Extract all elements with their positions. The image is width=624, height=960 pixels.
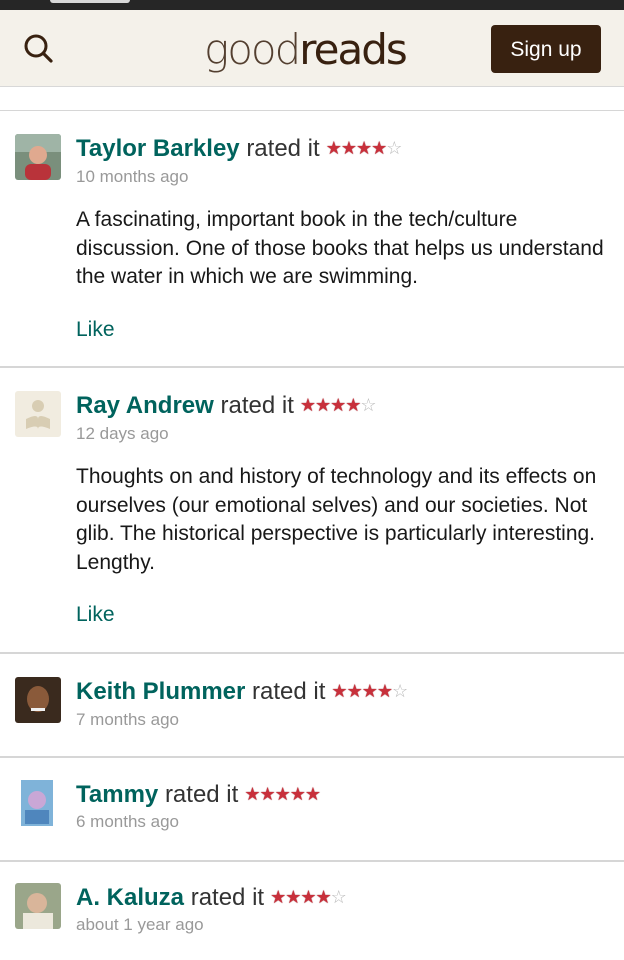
avatar[interactable] <box>15 134 61 180</box>
status-bar-pill <box>50 0 130 3</box>
star-empty-icon: ☆ <box>330 887 347 907</box>
review-item: Ray Andrew rated it ★★★★☆ 12 days ago Tho… <box>0 368 624 654</box>
review-item: Keith Plummer rated it ★★★★☆ 7 months ago <box>0 654 624 758</box>
reviewer-name-link[interactable]: Ray Andrew <box>76 392 214 419</box>
star-filled-icon: ★ <box>346 681 363 701</box>
review-date[interactable]: 7 months ago <box>76 710 179 730</box>
star-filled-icon: ★ <box>371 138 387 158</box>
review-headline: Taylor Barkley rated it ★★★★☆ <box>76 133 403 164</box>
star-rating: ★★★★☆ <box>270 882 347 912</box>
default-user-avatar-icon <box>15 391 61 437</box>
star-filled-icon: ★ <box>315 887 332 907</box>
star-filled-icon: ★ <box>315 395 331 415</box>
avatar[interactable] <box>15 780 61 826</box>
star-filled-icon: ★ <box>299 395 316 415</box>
review-date[interactable]: 6 months ago <box>76 812 179 832</box>
logo-reads: reads <box>299 25 407 74</box>
avatar[interactable] <box>15 391 61 437</box>
star-filled-icon: ★ <box>355 138 372 158</box>
star-rating: ★★★★☆ <box>325 133 403 163</box>
star-filled-icon: ★ <box>285 887 301 907</box>
search-button[interactable] <box>18 28 58 68</box>
rated-it-text: rated it <box>190 884 265 911</box>
star-filled-icon: ★ <box>259 784 275 804</box>
star-filled-icon: ★ <box>340 138 357 158</box>
review-headline: Tammy rated it ★★★★★ <box>76 779 321 810</box>
star-filled-icon: ★ <box>376 681 393 701</box>
star-empty-icon: ☆ <box>360 395 376 415</box>
star-filled-icon: ★ <box>330 395 346 415</box>
rated-it-text: rated it <box>164 781 239 808</box>
like-link[interactable]: Like <box>76 318 115 342</box>
rated-it-text: rated it <box>252 678 326 705</box>
star-filled-icon: ★ <box>361 681 378 701</box>
star-rating: ★★★★★ <box>244 779 321 809</box>
sign-up-button[interactable]: Sign up <box>491 25 601 73</box>
star-filled-icon: ★ <box>270 887 286 907</box>
review-item: Tammy rated it ★★★★★ 6 months ago <box>0 758 624 862</box>
top-navigation-bar: goodreads Sign up <box>0 10 624 87</box>
logo-good: good <box>204 25 301 74</box>
star-filled-icon: ★ <box>300 887 316 907</box>
star-empty-icon: ☆ <box>386 138 402 158</box>
star-filled-icon: ★ <box>244 784 260 804</box>
review-headline: Ray Andrew rated it ★★★★☆ <box>76 390 377 421</box>
star-rating: ★★★★☆ <box>331 676 408 706</box>
review-date[interactable]: 10 months ago <box>76 167 188 187</box>
goodreads-logo[interactable]: goodreads <box>204 20 408 80</box>
reviewer-name-link[interactable]: Keith Plummer <box>76 678 245 705</box>
star-filled-icon: ★ <box>289 784 306 804</box>
star-filled-icon: ★ <box>345 395 361 415</box>
review-headline: A. Kaluza rated it ★★★★☆ <box>76 882 347 913</box>
review-item: Taylor Barkley rated it ★★★★☆ 10 months a… <box>0 111 624 368</box>
reviewer-name-link[interactable]: Tammy <box>76 781 158 808</box>
star-filled-icon: ★ <box>274 784 291 804</box>
review-text: Thoughts on and history of technology an… <box>76 465 597 574</box>
reviewer-name-link[interactable]: Taylor Barkley <box>76 135 240 162</box>
avatar[interactable] <box>15 677 61 723</box>
avatar[interactable] <box>15 883 61 929</box>
review-item: A. Kaluza rated it ★★★★☆ about 1 year ago <box>0 862 624 960</box>
star-filled-icon: ★ <box>331 681 347 701</box>
review-date[interactable]: 12 days ago <box>76 424 169 444</box>
status-bar <box>0 0 624 10</box>
search-icon <box>24 34 53 63</box>
star-filled-icon: ★ <box>304 784 321 804</box>
review-headline: Keith Plummer rated it ★★★★☆ <box>76 676 408 707</box>
star-empty-icon: ☆ <box>391 681 408 701</box>
review-date[interactable]: about 1 year ago <box>76 915 204 935</box>
like-link[interactable]: Like <box>76 603 115 627</box>
star-rating: ★★★★☆ <box>299 390 377 420</box>
review-text: A fascinating, important book in the tec… <box>76 208 604 288</box>
rated-it-text: rated it <box>246 135 320 162</box>
rated-it-text: rated it <box>220 392 294 419</box>
star-filled-icon: ★ <box>325 138 342 158</box>
reviewer-name-link[interactable]: A. Kaluza <box>76 884 184 911</box>
